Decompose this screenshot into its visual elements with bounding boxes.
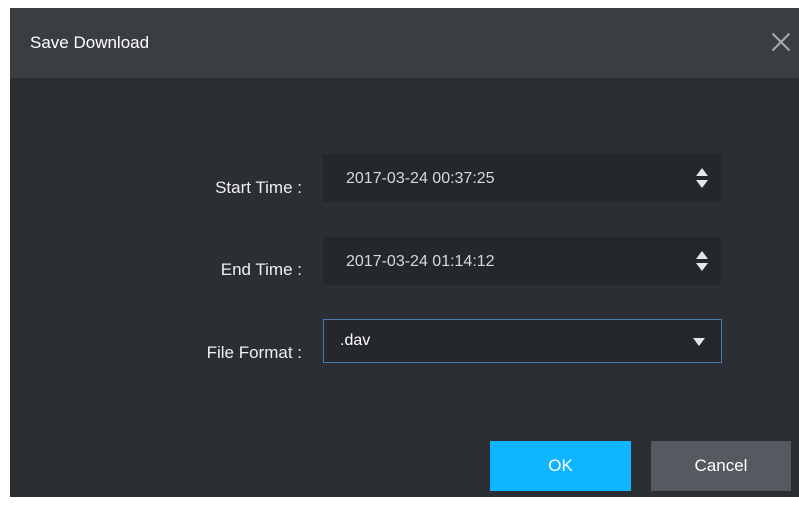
spin-down-icon[interactable] (696, 180, 708, 188)
file-format-select[interactable]: .dav (323, 319, 722, 363)
dialog-title: Save Download (30, 33, 150, 52)
file-format-label: File Format : (206, 343, 302, 362)
start-time-value[interactable]: 2017-03-24 00:37:25 (346, 155, 495, 203)
spin-up-icon[interactable] (696, 168, 708, 176)
ok-button[interactable]: OK (490, 441, 631, 491)
dialog-titlebar: Save Download (10, 8, 799, 78)
save-download-dialog: Save Download Start Time : 2017-03-24 00… (10, 8, 799, 497)
cancel-button[interactable]: Cancel (651, 441, 791, 491)
end-time-value[interactable]: 2017-03-24 01:14:12 (346, 238, 495, 286)
up-down-arrows-icon[interactable] (696, 168, 708, 190)
end-time-field[interactable]: 2017-03-24 01:14:12 (323, 237, 721, 285)
start-time-label: Start Time : (215, 178, 302, 197)
end-time-label: End Time : (220, 260, 302, 279)
spin-up-icon[interactable] (696, 251, 708, 259)
close-icon[interactable] (763, 24, 799, 60)
chevron-down-icon[interactable] (693, 338, 705, 346)
start-time-field[interactable]: 2017-03-24 00:37:25 (323, 154, 721, 202)
up-down-arrows-icon[interactable] (696, 251, 708, 273)
spin-down-icon[interactable] (696, 263, 708, 271)
file-format-value: .dav (340, 332, 371, 349)
